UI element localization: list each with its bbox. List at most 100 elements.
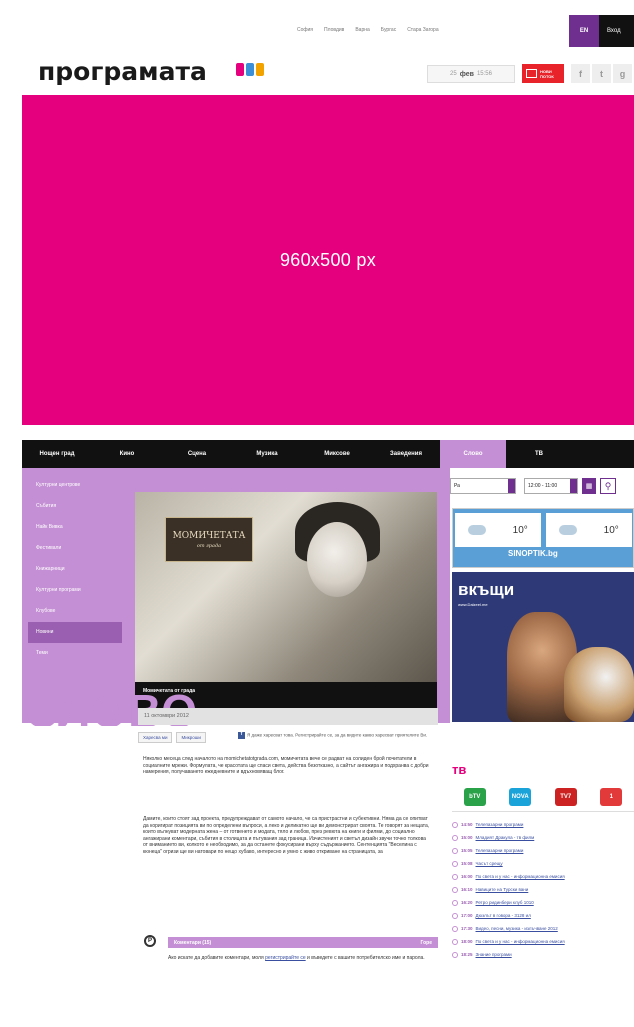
tv-time: 18:25 xyxy=(461,952,473,957)
tv-time: 15:00 xyxy=(461,835,473,840)
main-nav-item[interactable]: ТВ xyxy=(506,440,572,468)
main-nav-item[interactable]: Музика xyxy=(232,440,302,468)
tv-channel-logo[interactable]: NOVA xyxy=(509,787,532,806)
tv-schedule-row[interactable]: 17:30 Видео, песни, музика - излъчване 20… xyxy=(452,926,634,932)
city-link[interactable]: Варна xyxy=(355,27,369,33)
ad-title: вкъщи xyxy=(458,580,515,599)
weather-temp: 10° xyxy=(512,524,528,536)
main-nav-item[interactable]: Кино xyxy=(92,440,162,468)
newsletter-label: НОВИ ПОТОК xyxy=(539,68,554,79)
hero-sign-title: МОМИЧЕТАТА xyxy=(172,530,246,541)
category-select[interactable]: Ра xyxy=(450,478,516,494)
section-menu-item[interactable]: Културни центрове xyxy=(28,475,122,496)
tv-show-link[interactable]: Дюэлът в говора - 3128 ил xyxy=(476,913,531,919)
article-date: 11 октомври 2012 xyxy=(138,708,438,725)
comments-label: Коментари (15) xyxy=(174,940,212,946)
ad-site: www.Dalzeel.me xyxy=(458,602,488,607)
tv-show-link[interactable]: Телепазарни програми xyxy=(476,848,524,854)
side-ad[interactable]: вкъщи www.Dalzeel.me xyxy=(452,572,634,722)
calendar-icon[interactable]: ▦ xyxy=(582,478,596,494)
tv-show-link[interactable]: По света и у нас - информационна емисия xyxy=(476,874,565,880)
comments-note: Ако искате да добавите коментари, моля р… xyxy=(168,955,438,962)
city-link[interactable]: Бургас xyxy=(381,27,396,33)
city-link[interactable]: София xyxy=(297,27,313,33)
comments-bar[interactable]: Коментари (15) Горе xyxy=(168,937,438,948)
facebook-icon: f xyxy=(238,731,245,739)
clock-icon xyxy=(452,848,458,854)
main-nav-item[interactable]: Слово xyxy=(440,440,506,468)
main-nav-item[interactable]: Миксове xyxy=(302,440,372,468)
tv-schedule-row[interactable]: 15:05 Телепазарни програми xyxy=(452,848,634,854)
tv-schedule-row[interactable]: 15:00 Младият Дракула - тв филм xyxy=(452,835,634,841)
tv-channel-logo[interactable]: 1 xyxy=(600,787,623,806)
site-logo[interactable]: програмата xyxy=(38,57,207,86)
search-icon[interactable]: ⚲ xyxy=(600,478,616,494)
weather-widget[interactable]: 10° 10° SINOPTIK.bg xyxy=(452,508,634,568)
tv-schedule-row[interactable]: 18:25 Знание програми xyxy=(452,952,634,958)
banner-size-label: 960x500 px xyxy=(279,249,377,270)
tv-show-link[interactable]: Знание програми xyxy=(476,952,512,958)
tv-channel-logo[interactable]: TV7 xyxy=(554,787,577,806)
city-link[interactable]: Пловдив xyxy=(324,27,344,33)
like-button[interactable]: Харесва ми xyxy=(138,732,173,743)
tv-schedule-row[interactable]: 18:00 По света и у нас - информационна ем… xyxy=(452,939,634,945)
section-menu-item[interactable]: Фестивали xyxy=(28,538,122,559)
google-icon[interactable]: g xyxy=(613,64,632,83)
twitter-icon[interactable]: t xyxy=(592,64,611,83)
tv-schedule-row[interactable]: 15:08 Часът срещу xyxy=(452,861,634,867)
cloud-icon xyxy=(468,525,487,535)
clock-icon xyxy=(452,926,458,932)
tv-schedule-row[interactable]: 16:00 По света и у нас - информационна ем… xyxy=(452,874,634,880)
weather-brand: SINOPTIK.bg xyxy=(508,549,558,558)
section-menu-item[interactable]: Книжарници xyxy=(28,559,122,580)
tv-schedule-row[interactable]: 14:50 Телепазарни програми xyxy=(452,822,634,828)
main-nav-item[interactable]: Нощен град xyxy=(22,440,92,468)
section-menu-item[interactable]: Събития xyxy=(28,496,122,517)
date-day: 25 xyxy=(450,71,457,77)
time-select-value: 12:00 - 11:00 xyxy=(528,483,558,489)
share-button[interactable]: Микроши xyxy=(176,732,206,743)
section-menu-item[interactable]: Найк Вивка xyxy=(28,517,122,538)
section-menu-item[interactable]: Културни програми xyxy=(28,580,122,601)
time-select[interactable]: 12:00 - 11:00 xyxy=(524,478,578,494)
tv-show-link[interactable]: Видео, песни, музика - излъчване 2012 xyxy=(476,926,558,932)
clock-icon xyxy=(452,913,458,919)
tv-show-link[interactable]: По света и у нас - информационна емисия xyxy=(476,939,565,945)
tv-schedule-row[interactable]: 16:20 Ретро ридинбери клуб 1010 xyxy=(452,900,634,906)
tv-time: 16:20 xyxy=(461,900,473,905)
tv-show-link[interactable]: Ретро ридинбери клуб 1010 xyxy=(476,900,534,906)
clock-icon xyxy=(452,822,458,828)
main-nav-item[interactable]: Сцена xyxy=(162,440,232,468)
tv-schedule-row[interactable]: 17:00 Дюэлът в говора - 3128 ил xyxy=(452,913,634,919)
tv-show-link[interactable]: Часът срещу xyxy=(476,861,503,867)
page: София Пловдив Варна Бургас Стара Загора EN В… xyxy=(0,0,634,1027)
date-month: фев xyxy=(459,70,474,78)
tv-show-link[interactable]: Телепазарни програми xyxy=(476,822,524,828)
ad-banner[interactable]: 960x500 px xyxy=(22,95,634,425)
hero-image[interactable]: МОМИЧЕТАТА от града Момичетата от града xyxy=(135,492,437,710)
main-nav-item[interactable]: Заведения xyxy=(372,440,440,468)
clock-icon xyxy=(452,939,458,945)
back-to-top-link[interactable]: Горе xyxy=(421,940,432,946)
logo-marks-icon xyxy=(236,63,264,76)
envelope-icon xyxy=(526,69,537,78)
tv-channel-logo[interactable]: bTV xyxy=(463,787,486,806)
facebook-icon[interactable]: f xyxy=(571,64,590,83)
newsletter-button[interactable]: НОВИ ПОТОК xyxy=(522,64,564,83)
section-menu-item[interactable]: Новини xyxy=(28,622,122,643)
social-links: ftg xyxy=(571,64,632,83)
tv-show-link[interactable]: Навиците на Турски вани xyxy=(476,887,529,893)
register-link[interactable]: регистрирайте се xyxy=(265,955,306,961)
weather-temp: 10° xyxy=(603,524,619,536)
tv-schedule-row[interactable]: 16:10 Навиците на Турски вани xyxy=(452,887,634,893)
facebook-notice: fЯ даже харесват това. Регистрирайте се,… xyxy=(238,731,438,739)
section-menu-item[interactable]: Клубове xyxy=(28,601,122,622)
article-paragraph: Няколко месеца след началото на momichet… xyxy=(143,756,429,776)
weather-cell: 10° xyxy=(455,513,541,547)
hero-sign: МОМИЧЕТАТА от града xyxy=(165,517,253,562)
login-button[interactable]: Вход xyxy=(599,15,634,47)
language-en-button[interactable]: EN xyxy=(569,15,599,47)
section-menu-item[interactable]: Теми xyxy=(28,643,122,664)
city-link[interactable]: Стара Загора xyxy=(407,27,438,33)
tv-show-link[interactable]: Младият Дракула - тв филм xyxy=(476,835,535,841)
